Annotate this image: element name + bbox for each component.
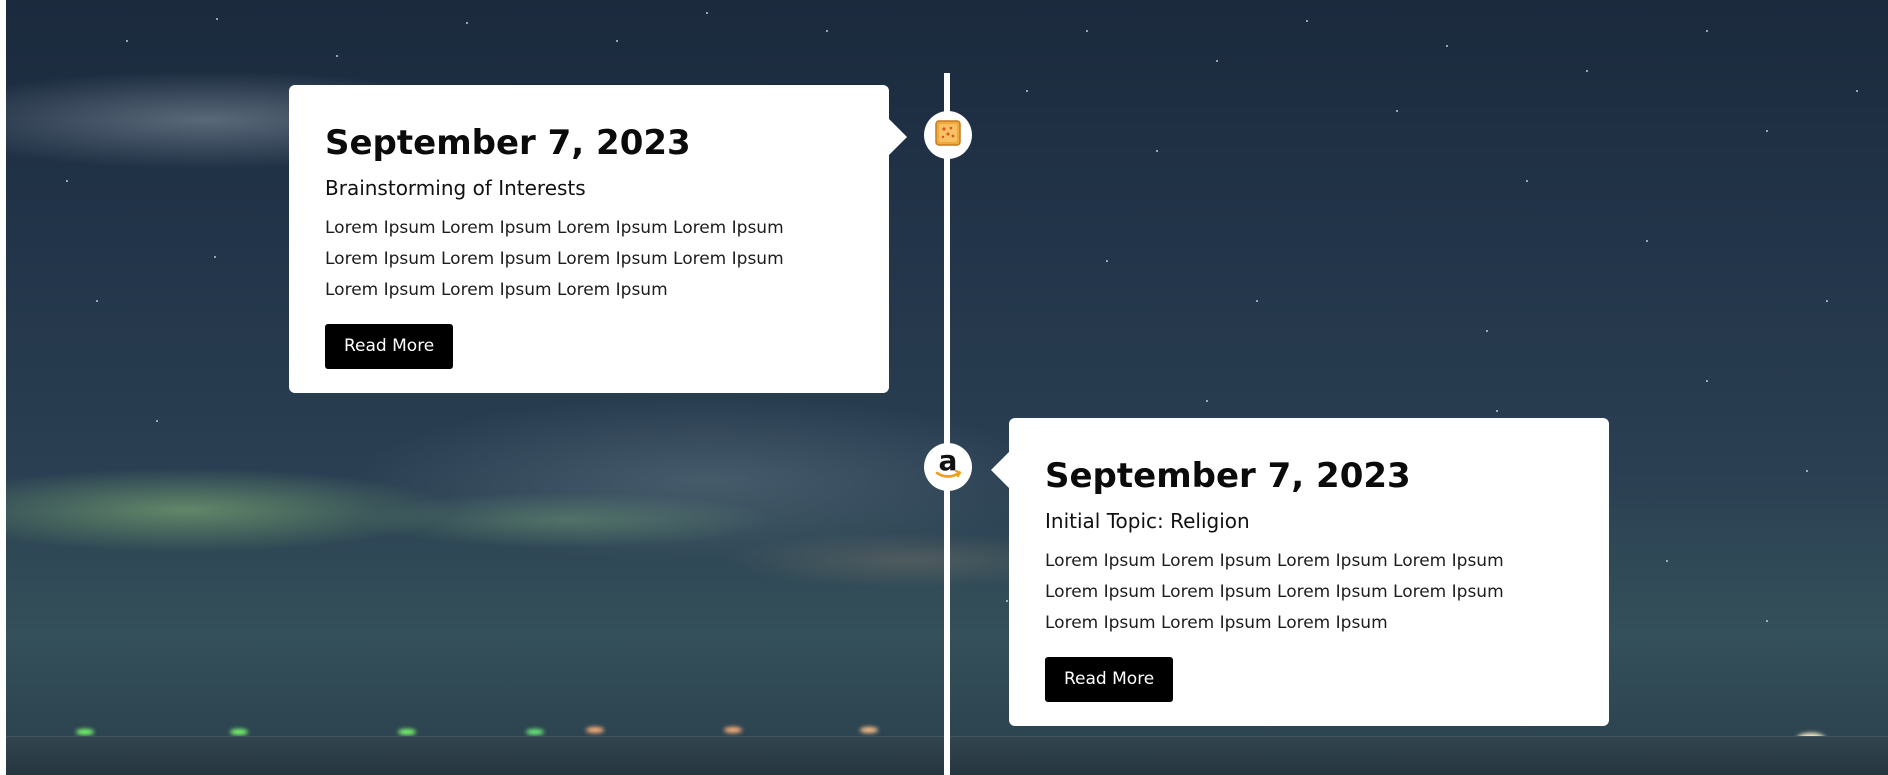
- card-date: September 7, 2023: [1045, 456, 1411, 496]
- timeline-card-2: September 7, 2023 Initial Topic: Religio…: [991, 418, 1609, 726]
- timeline-line: [944, 73, 950, 775]
- read-more-button[interactable]: Read More: [325, 324, 454, 369]
- card-body: Lorem Ipsum Lorem Ipsum Lorem Ipsum Lore…: [325, 218, 784, 300]
- card-pointer: [889, 119, 907, 155]
- amazon-logo-icon: a: [932, 444, 964, 487]
- read-more-button[interactable]: Read More: [1045, 657, 1174, 702]
- card-body: Lorem Ipsum Lorem Ipsum Lorem Ipsum Lore…: [1045, 551, 1504, 633]
- card-subtitle: Initial Topic: Religion: [1045, 509, 1250, 533]
- timeline-page: September 7, 2023 Brainstorming of Inter…: [0, 0, 1888, 775]
- card-subtitle: Brainstorming of Interests: [325, 176, 586, 200]
- timeline-marker-2: a: [924, 443, 972, 491]
- timeline-marker-1: [924, 111, 972, 159]
- card-date: September 7, 2023: [325, 123, 691, 163]
- card-pointer: [991, 452, 1009, 488]
- svg-text:a: a: [939, 448, 958, 477]
- timeline-card-1: September 7, 2023 Brainstorming of Inter…: [289, 85, 907, 393]
- cheese-toast-icon: [935, 119, 961, 152]
